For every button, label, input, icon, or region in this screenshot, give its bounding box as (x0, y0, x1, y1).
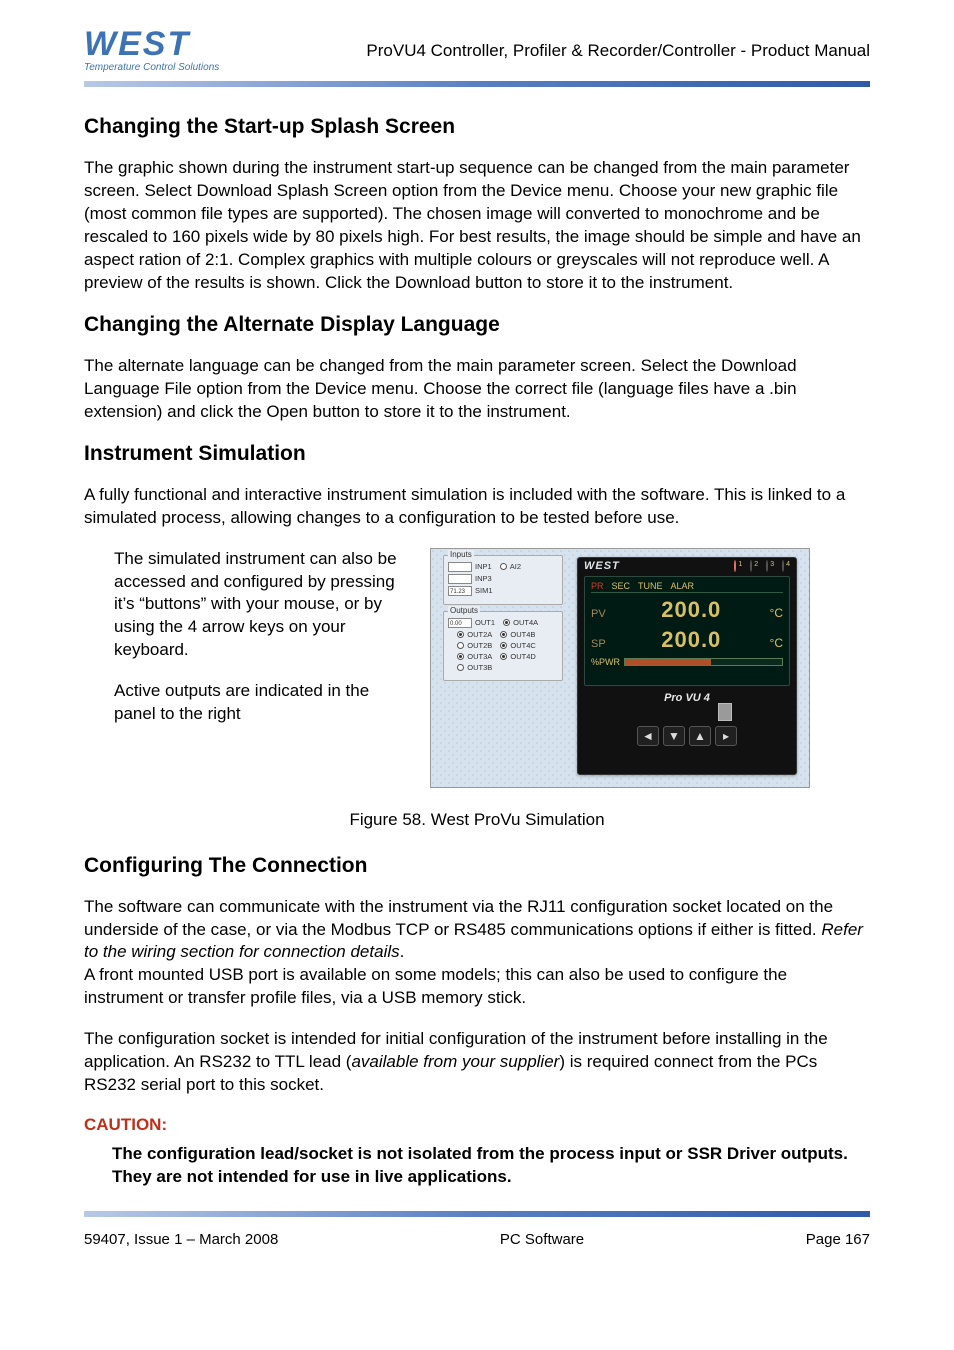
led-1 (734, 560, 736, 572)
tab-tune: TUNE (638, 581, 663, 591)
file-icon (718, 703, 732, 721)
sp-unit: °C (770, 636, 783, 650)
simulation-window: Inputs INP1 AI2 INP3 71.23SIM1 Outputs 0… (430, 548, 810, 788)
pwr-bar (624, 658, 783, 666)
conn-p3-italic: available from your supplier (351, 1052, 559, 1071)
sim1-label: SIM1 (475, 586, 493, 595)
out4a-label: OUT4A (513, 618, 538, 627)
led-2 (750, 560, 752, 572)
device-panel: WEST 1 2 3 4 PR SEC TUNE AL (577, 557, 797, 775)
header-rule (84, 81, 870, 87)
pv-unit: °C (770, 606, 783, 620)
device-down-button[interactable]: ▼ (663, 726, 685, 746)
paragraph-language: The alternate language can be changed fr… (84, 355, 870, 424)
out3a-radio[interactable] (457, 653, 464, 660)
out4b-radio[interactable] (500, 631, 507, 638)
device-screen: PR SEC TUNE ALAR PV 200.0 °C SP 200. (584, 576, 790, 686)
heading-connection: Configuring The Connection (84, 854, 870, 878)
sp-label: SP (591, 638, 613, 650)
device-file-button[interactable]: ▸ (715, 726, 737, 746)
caution-body: The configuration lead/socket is not iso… (84, 1143, 870, 1189)
pwr-bar-fill (625, 659, 711, 665)
inp3-label: INP3 (475, 574, 492, 583)
paragraph-connection-3: The configuration socket is intended for… (84, 1028, 870, 1097)
tab-sec: SEC (612, 581, 631, 591)
out2b-label: OUT2B (467, 641, 492, 650)
sp-value: 200.0 (661, 627, 721, 653)
out2a-radio[interactable] (457, 631, 464, 638)
led-2-num: 2 (754, 561, 758, 568)
out4a-radio[interactable] (503, 619, 510, 626)
tab-pr: PR (591, 581, 604, 591)
heading-simulation: Instrument Simulation (84, 442, 870, 466)
logo-subtitle: Temperature Control Solutions (84, 62, 219, 73)
sim1-field[interactable]: 71.23 (448, 586, 472, 596)
out4d-label: OUT4D (510, 652, 535, 661)
footer-rule (84, 1211, 870, 1217)
heading-language: Changing the Alternate Display Language (84, 313, 870, 337)
outputs-group: Outputs 0.00OUT1 OUT4A OUT2A OUT4B OUT2B… (443, 611, 563, 681)
page-header: WEST Temperature Control Solutions ProVU… (84, 28, 870, 73)
led-4 (782, 560, 784, 572)
footer-right: Page 167 (806, 1231, 870, 1248)
outputs-group-title: Outputs (448, 606, 480, 615)
pv-value: 200.0 (661, 597, 721, 623)
paragraph-connection-1: The software can communicate with the in… (84, 896, 870, 965)
ai2-label: AI2 (510, 562, 521, 571)
led-4-num: 4 (786, 561, 790, 568)
figure-caption: Figure 58. West ProVu Simulation (84, 810, 870, 830)
device-buttons: ◄ ▼ ▲ ▸ (578, 726, 796, 746)
device-brand: WEST (584, 560, 620, 572)
pwr-label: %PWR (591, 657, 620, 667)
led-1-num: 1 (738, 561, 742, 568)
out4c-radio[interactable] (500, 642, 507, 649)
conn-p1a: The software can communicate with the in… (84, 897, 833, 939)
tab-alar: ALAR (671, 581, 695, 591)
inputs-group: Inputs INP1 AI2 INP3 71.23SIM1 (443, 555, 563, 605)
out2a-label: OUT2A (467, 630, 492, 639)
out1-label: OUT1 (475, 618, 495, 627)
device-leds: 1 2 3 4 (734, 561, 790, 571)
simulation-screenshot: Inputs INP1 AI2 INP3 71.23SIM1 Outputs 0… (430, 548, 870, 798)
inp3-field[interactable] (448, 574, 472, 584)
simulation-callouts: The simulated instrument can also be acc… (84, 548, 414, 745)
out1-field[interactable]: 0.00 (448, 618, 472, 628)
io-panel: Inputs INP1 AI2 INP3 71.23SIM1 Outputs 0… (443, 555, 563, 687)
device-model: Pro VU 4 (578, 690, 796, 706)
led-3 (766, 560, 768, 572)
paragraph-simulation-intro: A fully functional and interactive instr… (84, 484, 870, 530)
inp1-field[interactable] (448, 562, 472, 572)
chevron-right-icon: ▸ (723, 729, 729, 743)
document-title: ProVU4 Controller, Profiler & Recorder/C… (239, 41, 870, 61)
ai2-radio[interactable] (500, 563, 507, 570)
paragraph-connection-2: A front mounted USB port is available on… (84, 964, 870, 1010)
conn-p1c: . (400, 942, 405, 961)
callout-text-2: Active outputs are indicated in the pane… (114, 680, 414, 726)
pv-label: PV (591, 608, 613, 620)
out4b-label: OUT4B (510, 630, 535, 639)
led-3-num: 3 (770, 561, 774, 568)
page-footer: 59407, Issue 1 – March 2008 PC Software … (84, 1231, 870, 1248)
out3b-label: OUT3B (467, 663, 492, 672)
device-up-button[interactable]: ▲ (689, 726, 711, 746)
paragraph-splash: The graphic shown during the instrument … (84, 157, 870, 295)
caution-label: CAUTION: (84, 1115, 870, 1135)
out3b-radio[interactable] (457, 664, 464, 671)
inputs-group-title: Inputs (448, 550, 474, 559)
out2b-radio[interactable] (457, 642, 464, 649)
brand-logo: WEST Temperature Control Solutions (84, 28, 219, 73)
out4d-radio[interactable] (500, 653, 507, 660)
inp1-label: INP1 (475, 562, 492, 571)
callout-text-1: The simulated instrument can also be acc… (114, 548, 414, 663)
heading-splash: Changing the Start-up Splash Screen (84, 115, 870, 139)
logo-text: WEST (84, 28, 190, 60)
screen-tabs: PR SEC TUNE ALAR (591, 581, 783, 593)
footer-left: 59407, Issue 1 – March 2008 (84, 1231, 278, 1248)
device-left-button[interactable]: ◄ (637, 726, 659, 746)
footer-center: PC Software (500, 1231, 584, 1248)
simulation-figure-block: The simulated instrument can also be acc… (84, 548, 870, 798)
out3a-label: OUT3A (467, 652, 492, 661)
out4c-label: OUT4C (510, 641, 535, 650)
